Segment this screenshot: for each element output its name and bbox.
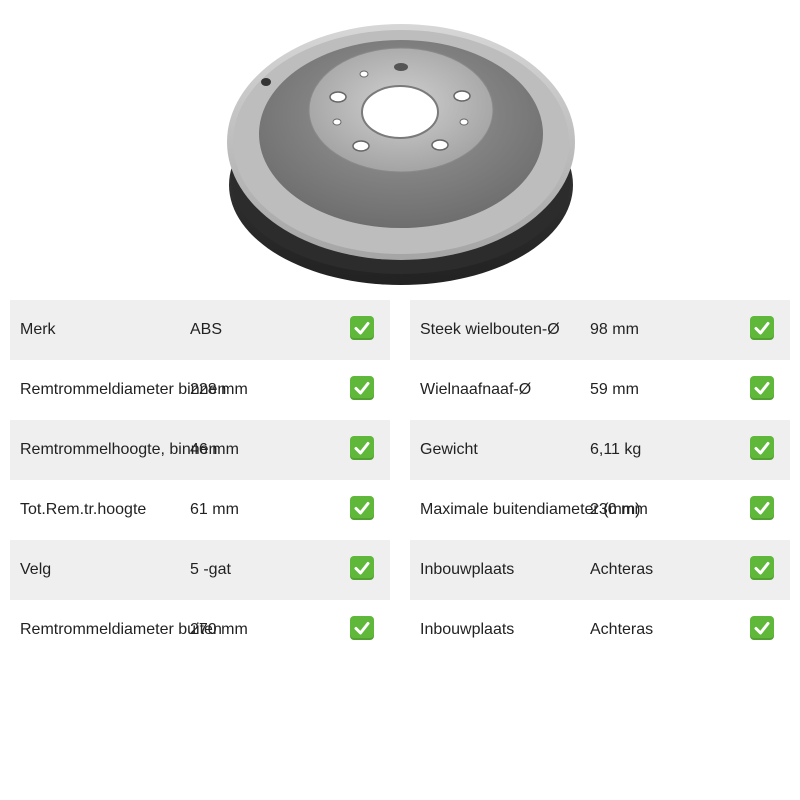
- spec-label: Merk: [20, 321, 56, 338]
- spec-label: Gewicht: [420, 441, 478, 458]
- spec-value: Achteras: [590, 561, 654, 578]
- spec-row: Maximale buitendiameter (mm) 230 mm: [410, 480, 790, 540]
- spec-value: ABS: [190, 321, 223, 338]
- spec-row: Inbouwplaats Achteras: [410, 600, 790, 660]
- spec-label: Tot.Rem.tr.hoogte: [20, 501, 147, 518]
- spec-value: 61 mm: [190, 501, 239, 518]
- spec-label: Velg: [20, 561, 52, 578]
- spec-table-left: Merk ABS Remtrommeldiameter binnen 228 m…: [10, 300, 390, 660]
- checkmark-icon: [350, 316, 374, 340]
- spec-label: Steek wielbouten-Ø: [420, 321, 560, 338]
- spec-row: Gewicht 6,11 kg: [410, 420, 790, 480]
- spec-label: Inbouwplaats: [420, 621, 515, 638]
- spec-label: Wielnaafnaaf-Ø: [420, 381, 532, 398]
- spec-table-right: Steek wielbouten-Ø 98 mm Wielnaafnaaf-Ø …: [410, 300, 790, 660]
- spec-row: Velg 5 -gat: [10, 540, 390, 600]
- spec-row: Remtrommeldiameter binnen 228 mm: [10, 360, 390, 420]
- checkmark-icon: [750, 316, 774, 340]
- spec-row: Inbouwplaats Achteras: [410, 540, 790, 600]
- spec-value: 98 mm: [590, 321, 639, 338]
- checkmark-icon: [750, 436, 774, 460]
- checkmark-icon: [750, 556, 774, 580]
- spec-value: 230 mm: [590, 501, 648, 518]
- spec-value: Achteras: [590, 621, 654, 638]
- spec-value: 6,11 kg: [590, 441, 642, 458]
- brake-drum-image: [227, 24, 575, 285]
- checkmark-icon: [750, 616, 774, 640]
- spec-value: 228 mm: [190, 381, 248, 398]
- spec-value: 59 mm: [590, 381, 639, 398]
- checkmark-icon: [350, 616, 374, 640]
- checkmark-icon: [750, 376, 774, 400]
- spec-row: Wielnaafnaaf-Ø 59 mm: [410, 360, 790, 420]
- spec-value: 5 -gat: [190, 561, 231, 578]
- spec-value: 270 mm: [190, 621, 248, 638]
- spec-value: 46 mm: [190, 441, 239, 458]
- spec-row: Merk ABS: [10, 300, 390, 360]
- spec-row: Tot.Rem.tr.hoogte 61 mm: [10, 480, 390, 540]
- checkmark-icon: [350, 556, 374, 580]
- spec-row: Remtrommelhoogte, binnen 46 mm: [10, 420, 390, 480]
- spec-row: Steek wielbouten-Ø 98 mm: [410, 300, 790, 360]
- checkmark-icon: [350, 376, 374, 400]
- checkmark-icon: [750, 496, 774, 520]
- spec-label: Remtrommelhoogte, binnen: [20, 441, 218, 458]
- checkmark-icon: [350, 436, 374, 460]
- spec-label: Inbouwplaats: [420, 561, 515, 578]
- spec-row: Remtrommeldiameter buiten 270 mm: [10, 600, 390, 660]
- checkmark-icon: [350, 496, 374, 520]
